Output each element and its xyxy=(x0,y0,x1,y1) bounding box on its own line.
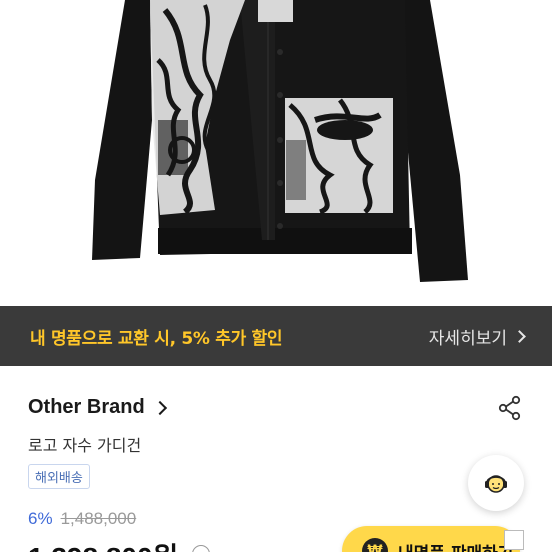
final-price: 1,398,800원 xyxy=(28,536,178,552)
customer-service-icon xyxy=(485,475,507,493)
product-image[interactable] xyxy=(0,0,552,306)
scroll-top-button[interactable] xyxy=(504,530,524,550)
promo-text: 내 명품으로 교환 시, 5% 추가 할인 xyxy=(30,328,283,349)
share-icon xyxy=(498,395,521,421)
sell-button-label: 내명품 판매하기 xyxy=(398,539,513,552)
product-title: 로고 자수 가디건 xyxy=(28,436,142,455)
cardigan-illustration xyxy=(0,0,552,306)
brand-name: Other Brand xyxy=(28,396,145,418)
sell-my-luxury-button[interactable]: ₩ 내명품 판매하기 xyxy=(342,526,520,552)
share-button[interactable] xyxy=(496,394,524,422)
shipping-badge: 해외배송 xyxy=(28,464,90,489)
promo-detail-label: 자세히보기 xyxy=(428,328,507,349)
original-price: 1,488,000 xyxy=(60,509,137,528)
discount-rate: 6% xyxy=(28,509,53,528)
promo-banner[interactable]: 내 명품으로 교환 시, 5% 추가 할인 자세히보기 xyxy=(0,306,552,366)
brand-link[interactable]: Other Brand xyxy=(28,396,167,419)
chevron-right-icon xyxy=(513,329,526,343)
price-row: 6% 1,488,000 xyxy=(28,509,136,529)
price-info-icon[interactable] xyxy=(192,545,210,552)
won-icon: ₩ xyxy=(362,538,388,552)
promo-detail-link[interactable]: 자세히보기 xyxy=(428,324,526,349)
chevron-right-icon xyxy=(152,400,167,415)
customer-service-button[interactable] xyxy=(468,455,524,511)
